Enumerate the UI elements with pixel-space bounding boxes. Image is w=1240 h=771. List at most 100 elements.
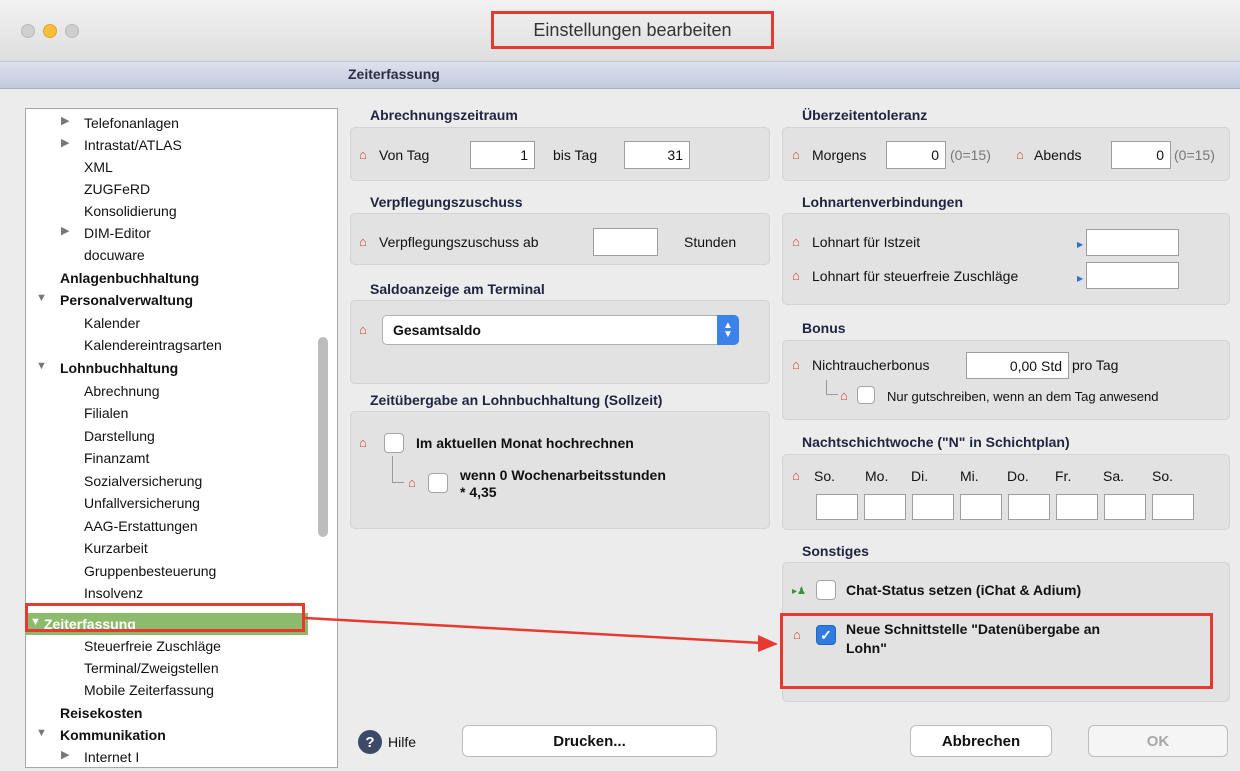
label-pro-tag: pro Tag xyxy=(1072,357,1119,373)
heading-sonstiges: Sonstiges xyxy=(802,543,869,559)
disclosure-closed-icon[interactable]: ▶ xyxy=(61,224,69,237)
tree-item-xml[interactable]: XML xyxy=(84,159,113,175)
input-nichtraucherbonus[interactable]: 0,00 Std xyxy=(966,352,1069,379)
house-icon: ⌂ xyxy=(792,234,800,249)
tree-item-kurzarbeit[interactable]: Kurzarbeit xyxy=(84,540,148,556)
label-day: So. xyxy=(814,468,836,484)
tree-item-docuware[interactable]: docuware xyxy=(84,247,145,263)
input-verpflegungszuschuss[interactable] xyxy=(593,228,658,256)
tree-item-sozialversicherung[interactable]: Sozialversicherung xyxy=(84,473,202,489)
disclosure-open-icon[interactable]: ▼ xyxy=(36,292,47,304)
label-day: Sa. xyxy=(1103,468,1125,484)
window-title: Einstellungen bearbeiten xyxy=(491,11,774,49)
input-night-shift-day[interactable] xyxy=(1152,494,1194,520)
tree-item-aag-erstattungen[interactable]: AAG-Erstattungen xyxy=(84,518,198,534)
cancel-button[interactable]: Abbrechen xyxy=(910,725,1052,757)
input-night-shift-day[interactable] xyxy=(816,494,858,520)
house-icon: ⌂ xyxy=(1016,147,1024,162)
disclosure-closed-icon[interactable]: ▶ xyxy=(61,748,69,761)
disclosure-open-icon[interactable]: ▼ xyxy=(36,727,47,739)
label-bis-tag: bis Tag xyxy=(553,147,598,163)
input-morgens[interactable]: 0 xyxy=(886,141,946,169)
tree-item-reisekosten[interactable]: Reisekosten xyxy=(60,705,142,721)
tree-item-anlagenbuchhaltung[interactable]: Anlagenbuchhaltung xyxy=(60,270,199,286)
label-day: Do. xyxy=(1007,468,1029,484)
tree-item-lohnbuchhaltung[interactable]: Lohnbuchhaltung xyxy=(60,360,178,376)
input-night-shift-day[interactable] xyxy=(864,494,906,520)
label-nur-gutschreiben: Nur gutschreiben, wenn an dem Tag anwese… xyxy=(887,389,1159,404)
label-day: Mi. xyxy=(960,468,979,484)
disclosure-closed-icon[interactable]: ▶ xyxy=(61,136,69,149)
tree-item-personalverwaltung[interactable]: Personalverwaltung xyxy=(60,292,193,308)
tree-item-unfallversicherung[interactable]: Unfallversicherung xyxy=(84,495,200,511)
heading-ueberzeitentoleranz: Überzeitentoleranz xyxy=(802,107,928,123)
tree-item-mobile-zeiterfassung[interactable]: Mobile Zeiterfassung xyxy=(84,682,214,698)
label-day: Fr. xyxy=(1055,468,1072,484)
checkbox-wochenarbeitsstunden[interactable] xyxy=(428,473,448,493)
tree-item-kommunikation[interactable]: Kommunikation xyxy=(60,727,166,743)
close-window-icon[interactable] xyxy=(21,24,35,38)
tree-item-kalender[interactable]: Kalender xyxy=(84,315,140,331)
tree-connector xyxy=(826,380,838,395)
input-night-shift-day[interactable] xyxy=(1008,494,1050,520)
label-lohnart-istzeit: Lohnart für Istzeit xyxy=(812,234,921,250)
tree-item-steuerfreie-zuschlaege[interactable]: Steuerfreie Zuschläge xyxy=(84,638,221,654)
input-von-tag[interactable]: 1 xyxy=(470,141,535,169)
tree-item-terminal[interactable]: Terminal/Zweigstellen xyxy=(84,660,219,676)
disclosure-open-icon[interactable]: ▼ xyxy=(36,360,47,372)
heading-zeituebergabe: Zeitübergabe an Lohnbuchhaltung (Sollzei… xyxy=(370,392,663,408)
tree-item-intrastat[interactable]: Intrastat/ATLAS xyxy=(84,137,182,153)
house-icon: ⌂ xyxy=(840,388,848,403)
input-abends[interactable]: 0 xyxy=(1111,141,1171,169)
group-lohnartenverbindungen xyxy=(782,213,1230,305)
arrow-icon[interactable]: ▶ xyxy=(1077,274,1083,283)
tree-item-gruppenbesteuerung[interactable]: Gruppenbesteuerung xyxy=(84,563,216,579)
house-icon: ⌂ xyxy=(792,468,800,483)
disclosure-closed-icon[interactable]: ▶ xyxy=(61,114,69,127)
annotation-arrow-icon xyxy=(304,616,778,652)
label-abends: Abends xyxy=(1034,147,1082,163)
house-icon: ⌂ xyxy=(359,234,367,249)
checkbox-hochrechnen[interactable] xyxy=(384,433,404,453)
tree-item-darstellung[interactable]: Darstellung xyxy=(84,428,155,444)
print-button[interactable]: Drucken... xyxy=(462,725,717,757)
checkbox-chat-status[interactable] xyxy=(816,580,836,600)
minimize-window-icon[interactable] xyxy=(43,24,57,38)
label-wochenarbeitsstunden-1: wenn 0 Wochenarbeitsstunden xyxy=(460,467,666,483)
tree-item-kalendereintragsarten[interactable]: Kalendereintragsarten xyxy=(84,337,222,353)
house-icon: ⌂ xyxy=(792,268,800,283)
scrollbar-thumb[interactable] xyxy=(318,337,328,537)
ok-button[interactable]: OK xyxy=(1088,725,1228,757)
label-hilfe[interactable]: Hilfe xyxy=(388,734,416,750)
tree-item-internet[interactable]: Internet I xyxy=(84,749,139,765)
tree-item-telefonanlagen[interactable]: Telefonanlagen xyxy=(84,115,179,131)
tree-item-abrechnung[interactable]: Abrechnung xyxy=(84,383,160,399)
house-icon: ⌂ xyxy=(359,322,367,337)
select-saldoanzeige[interactable]: Gesamtsaldo ▲ ▼ xyxy=(382,315,739,345)
tree-item-konsolidierung[interactable]: Konsolidierung xyxy=(84,203,177,219)
input-night-shift-day[interactable] xyxy=(1104,494,1146,520)
hint-morgens: (0=15) xyxy=(950,147,991,163)
tree-item-dim-editor[interactable]: DIM-Editor xyxy=(84,225,151,241)
tree-item-finanzamt[interactable]: Finanzamt xyxy=(84,450,149,466)
input-night-shift-day[interactable] xyxy=(912,494,954,520)
tree-connector xyxy=(392,456,404,483)
tree-item-insolvenz[interactable]: Insolvenz xyxy=(84,585,143,601)
tree-item-zugferd[interactable]: ZUGFeRD xyxy=(84,181,150,197)
input-night-shift-day[interactable] xyxy=(960,494,1002,520)
input-lohnart-zuschlaege[interactable] xyxy=(1086,262,1179,289)
tree-item-filialen[interactable]: Filialen xyxy=(84,405,128,421)
arrow-icon[interactable]: ▶ xyxy=(1077,240,1083,249)
input-night-shift-day[interactable] xyxy=(1056,494,1098,520)
input-lohnart-istzeit[interactable] xyxy=(1086,229,1179,256)
settings-tree[interactable]: ▶ Telefonanlagen ▶ Intrastat/ATLAS XML Z… xyxy=(25,108,338,768)
checkbox-nur-gutschreiben[interactable] xyxy=(857,386,875,404)
section-bar xyxy=(0,62,1240,89)
input-bis-tag[interactable]: 31 xyxy=(624,141,690,169)
house-icon: ⌂ xyxy=(359,147,367,162)
user-icon: ▸♟ xyxy=(792,586,806,597)
chevron-updown-icon: ▲ ▼ xyxy=(717,315,739,345)
label-wochenarbeitsstunden-2: * 4,35 xyxy=(460,484,497,500)
help-icon[interactable]: ? xyxy=(358,730,382,754)
zoom-window-icon[interactable] xyxy=(65,24,79,38)
